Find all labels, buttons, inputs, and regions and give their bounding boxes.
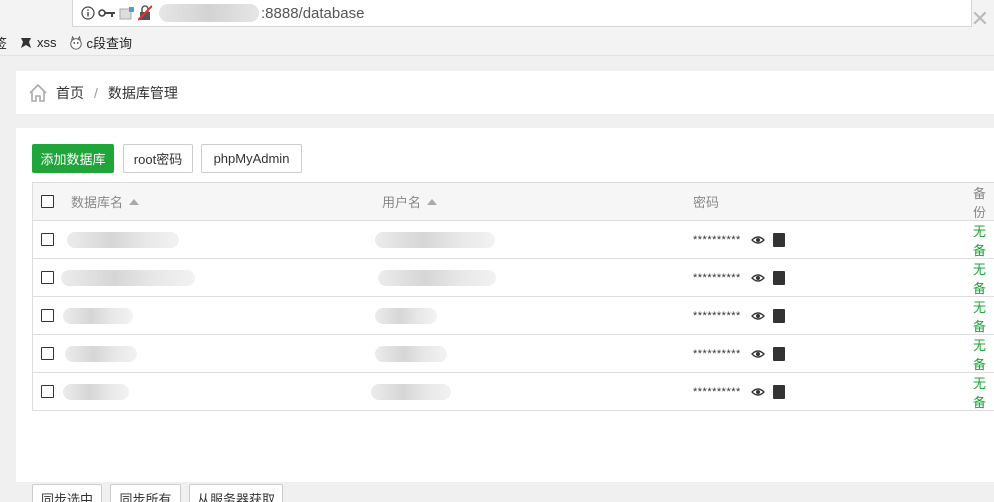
url-text[interactable]: :8888/database (261, 5, 364, 22)
eye-icon[interactable] (750, 233, 765, 247)
close-icon[interactable]: ✕ (968, 6, 992, 32)
bookmark-item-xss[interactable]: xss (19, 35, 57, 50)
row-checkbox[interactable] (41, 347, 54, 360)
table-row: ********** 无备 (33, 259, 994, 297)
root-password-button[interactable]: root密码 (123, 144, 193, 173)
breadcrumb: 首页 / 数据库管理 (16, 71, 994, 115)
xss-tool-icon (19, 36, 33, 50)
eye-icon[interactable] (750, 271, 765, 285)
table-header: 数据库名 用户名 密码 备份 (33, 183, 994, 221)
copy-icon[interactable] (772, 384, 785, 399)
db-name-redacted (63, 383, 129, 400)
row-checkbox[interactable] (41, 385, 54, 398)
db-name-redacted (63, 307, 133, 324)
copy-icon[interactable] (772, 270, 785, 285)
database-table: 数据库名 用户名 密码 备份 ********** 无备 ********** … (32, 182, 994, 411)
column-password-label: 密码 (693, 195, 720, 210)
username-redacted (375, 345, 447, 362)
eye-icon[interactable] (750, 309, 765, 323)
table-row: ********** 无备 (33, 221, 994, 259)
info-icon[interactable] (81, 6, 95, 20)
row-checkbox[interactable] (41, 309, 54, 322)
breadcrumb-home[interactable]: 首页 (56, 83, 84, 103)
home-icon[interactable] (28, 83, 48, 103)
eye-icon[interactable] (750, 347, 765, 361)
insecure-lock-icon[interactable] (138, 5, 152, 21)
table-row: ********** 无备 (33, 373, 994, 411)
password-masked: ********** (693, 233, 741, 246)
username-redacted (371, 383, 451, 400)
username-redacted (378, 269, 496, 286)
password-masked: ********** (693, 347, 741, 360)
backup-status[interactable]: 无备 (973, 259, 994, 296)
backup-status[interactable]: 无备 (973, 335, 994, 372)
browser-chrome: :8888/database ✕ (0, 0, 994, 32)
backup-status[interactable]: 无备 (973, 297, 994, 334)
bookmark-item-c-segment[interactable]: c段查询 (69, 33, 133, 52)
bookmark-label: c段查询 (86, 36, 133, 51)
cat-icon (69, 35, 83, 50)
table-row: ********** 无备 (33, 297, 994, 335)
username-redacted (375, 307, 437, 324)
password-masked: ********** (693, 271, 741, 284)
bookmark-label: xss (37, 35, 57, 50)
fetch-from-server-button[interactable]: 从服务器获取 (189, 484, 283, 502)
page-icon[interactable] (119, 6, 135, 20)
sort-asc-icon (129, 198, 140, 205)
column-db-name[interactable]: 数据库名 (71, 183, 140, 220)
bookmark-label: 签 (0, 36, 8, 51)
sort-asc-icon (427, 198, 438, 205)
column-db-name-label: 数据库名 (71, 195, 124, 210)
column-username-label: 用户名 (382, 195, 422, 210)
column-username[interactable]: 用户名 (382, 183, 438, 220)
phpmyadmin-button[interactable]: phpMyAdmin (201, 144, 302, 173)
breadcrumb-current: 数据库管理 (107, 84, 178, 101)
select-all-checkbox[interactable] (41, 195, 54, 208)
add-database-button[interactable]: 添加数据库 (32, 144, 114, 173)
sync-all-button[interactable]: 同步所有 (110, 484, 181, 502)
db-name-redacted (67, 231, 179, 248)
page-content: 首页 / 数据库管理 添加数据库 root密码 phpMyAdmin 数据库名 … (0, 56, 994, 502)
db-name-redacted (61, 269, 195, 286)
key-icon[interactable] (98, 8, 116, 18)
sync-selected-button[interactable]: 同步选中 (32, 484, 102, 502)
bookmarks-bar: 签 xss c段查询 (0, 30, 994, 56)
column-backup-label: 备份 (973, 185, 987, 220)
column-password: 密码 (693, 183, 719, 220)
backup-status[interactable]: 无备 (973, 221, 994, 258)
password-masked: ********** (693, 309, 741, 322)
password-masked: ********** (693, 385, 741, 398)
copy-icon[interactable] (772, 346, 785, 361)
address-bar[interactable]: :8888/database (72, 0, 972, 27)
copy-icon[interactable] (772, 232, 785, 247)
table-row: ********** 无备 (33, 335, 994, 373)
db-name-redacted (65, 345, 137, 362)
breadcrumb-separator: / (94, 84, 98, 101)
row-checkbox[interactable] (41, 233, 54, 246)
database-panel: 添加数据库 root密码 phpMyAdmin 数据库名 用户名 密码 备份 *… (16, 128, 994, 502)
backup-status[interactable]: 无备 (973, 373, 994, 410)
username-redacted (375, 231, 495, 248)
copy-icon[interactable] (772, 308, 785, 323)
row-checkbox[interactable] (41, 271, 54, 284)
url-host-redacted (159, 4, 259, 22)
eye-icon[interactable] (750, 385, 765, 399)
bookmark-item-partial[interactable]: 签 (0, 33, 7, 52)
column-backup: 备份 (973, 183, 994, 220)
